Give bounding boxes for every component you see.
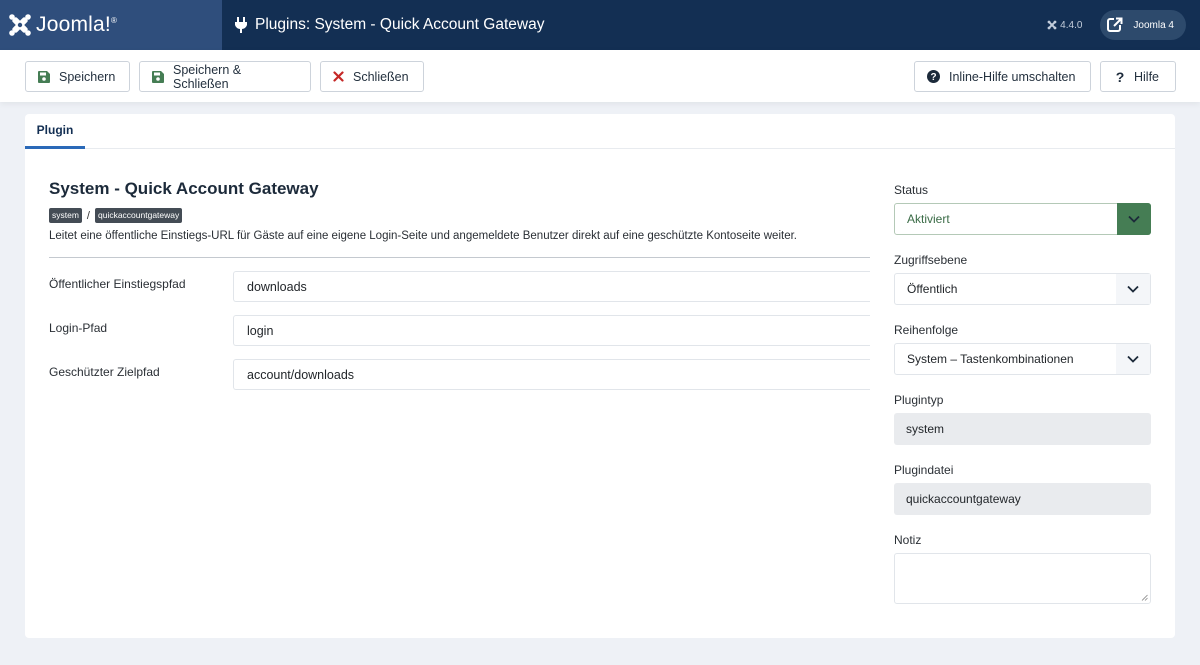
- ordering-value: System – Tastenkombinationen: [907, 352, 1074, 366]
- chevron-down-icon: [1116, 274, 1150, 304]
- status-select[interactable]: Aktiviert: [894, 203, 1151, 235]
- entry-path-label: Öffentlicher Einstiegspfad: [49, 277, 186, 291]
- save-icon: [38, 70, 50, 83]
- note-textarea[interactable]: [894, 553, 1151, 604]
- page-title: Plugins: System - Quick Account Gateway: [255, 16, 545, 33]
- plugin-type-field: system: [894, 413, 1151, 445]
- ordering-select[interactable]: System – Tastenkombinationen: [894, 343, 1151, 375]
- save-close-button[interactable]: Speichern & Schließen: [139, 61, 311, 92]
- plugin-file-label: Plugindatei: [894, 463, 954, 477]
- toolbar: Speichern Speichern & Schließen Schließe…: [0, 50, 1200, 102]
- close-label: Schließen: [353, 69, 409, 84]
- login-path-input[interactable]: login: [233, 315, 870, 346]
- entry-path-input[interactable]: downloads: [233, 271, 870, 302]
- tab-plugin[interactable]: Plugin: [25, 114, 85, 149]
- version-info: 4.4.0: [1047, 20, 1082, 31]
- access-label: Zugriffsebene: [894, 253, 968, 267]
- plugin-breadcrumb: system / quickaccountgateway: [49, 208, 183, 223]
- folder-badge: system: [49, 208, 82, 223]
- help-label: Hilfe: [1134, 69, 1160, 84]
- save-icon: [152, 70, 164, 83]
- close-icon: [333, 71, 344, 82]
- target-path-label: Geschützter Zielpfad: [49, 365, 160, 379]
- joomla-logo[interactable]: Joomla!®: [0, 0, 222, 50]
- resize-grip-icon[interactable]: [1141, 594, 1148, 601]
- svg-text:?: ?: [1116, 70, 1125, 84]
- inline-help-label: Inline-Hilfe umschalten: [949, 69, 1076, 84]
- question-icon: ?: [1116, 70, 1125, 84]
- save-label: Speichern: [59, 69, 116, 84]
- page-title-container: Plugins: System - Quick Account Gateway: [234, 16, 544, 34]
- tab-bar: Plugin: [25, 114, 1175, 149]
- svg-text:?: ?: [930, 72, 936, 83]
- plugin-file-field: quickaccountgateway: [894, 483, 1151, 515]
- login-path-label: Login-Pfad: [49, 321, 108, 335]
- breadcrumb-separator: /: [86, 209, 90, 222]
- plug-icon: [235, 17, 247, 33]
- access-select[interactable]: Öffentlich: [894, 273, 1151, 305]
- joomla-logo-icon: [9, 14, 31, 36]
- chevron-down-icon: [1117, 203, 1151, 235]
- joomla-small-icon: [1047, 20, 1057, 30]
- chevron-down-icon: [1116, 344, 1150, 374]
- access-value: Öffentlich: [907, 282, 958, 296]
- external-link-icon: [1107, 17, 1124, 32]
- plugin-description: Leitet eine öffentliche Einstiegs-URL fü…: [49, 230, 797, 242]
- ordering-label: Reihenfolge: [894, 323, 959, 337]
- close-button[interactable]: Schließen: [320, 61, 424, 92]
- save-close-label: Speichern & Schließen: [173, 62, 242, 91]
- logo-text: Joomla!®: [36, 13, 118, 36]
- target-path-input[interactable]: account/downloads: [233, 359, 870, 390]
- header-right: 4.4.0 Joomla 4: [1047, 0, 1186, 50]
- plugin-type-label: Plugintyp: [894, 393, 944, 407]
- plugin-title: System - Quick Account Gateway: [49, 179, 319, 198]
- status-label: Status: [894, 183, 929, 197]
- joomla4-label: Joomla 4: [1133, 19, 1174, 31]
- app-header: Joomla!® Plugins: System - Quick Account…: [0, 0, 1200, 50]
- version-number: 4.4.0: [1060, 19, 1083, 31]
- joomla4-link-button[interactable]: Joomla 4: [1100, 10, 1186, 40]
- description-divider: [49, 257, 870, 258]
- note-label: Notiz: [894, 533, 922, 547]
- save-button[interactable]: Speichern: [25, 61, 130, 92]
- element-badge: quickaccountgateway: [94, 208, 183, 223]
- inline-help-toggle-button[interactable]: ? Inline-Hilfe umschalten: [914, 61, 1091, 92]
- status-value: Aktiviert: [907, 212, 950, 226]
- question-circle-icon: ?: [927, 70, 940, 83]
- plugin-edit-card: Plugin System - Quick Account Gateway sy…: [25, 114, 1175, 638]
- help-button[interactable]: ? Hilfe: [1100, 61, 1176, 92]
